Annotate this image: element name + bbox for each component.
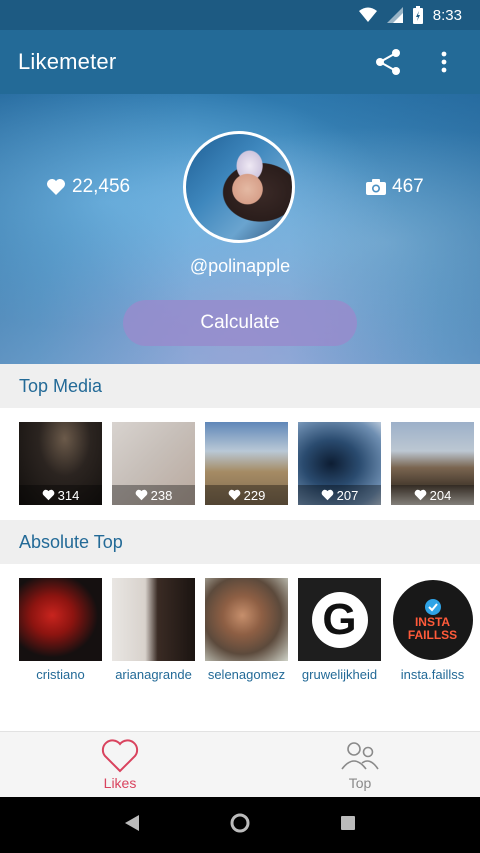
- media-likes: 229: [205, 485, 288, 505]
- wifi-icon: [358, 7, 377, 23]
- avatar: [183, 131, 295, 243]
- media-likes-count: 238: [150, 487, 173, 503]
- account-avatar: G: [298, 578, 381, 661]
- media-thumbnail[interactable]: 229: [205, 422, 288, 505]
- account-avatar: [205, 578, 288, 661]
- section-header-absolute-top: Absolute Top: [0, 520, 480, 564]
- camera-icon: [366, 179, 386, 195]
- nav-item-top[interactable]: Top: [240, 732, 480, 797]
- account-item[interactable]: G gruwelijkheid: [298, 578, 381, 682]
- heart-icon: [42, 489, 54, 501]
- insta-fails-logo-icon: INSTA FAILLSS: [392, 579, 473, 660]
- nav-item-likes[interactable]: Likes: [0, 732, 240, 797]
- users-icon: [341, 741, 379, 769]
- media-likes: 314: [19, 485, 102, 505]
- status-time: 8:33: [432, 6, 462, 24]
- battery-icon: [412, 6, 423, 24]
- share-button[interactable]: [360, 34, 416, 90]
- media-likes-count: 314: [57, 487, 80, 503]
- recents-square-icon: [340, 815, 355, 830]
- profile-header: 22,456 467 @polinapple Calculate: [0, 94, 480, 364]
- app-bar: Likemeter: [0, 30, 480, 94]
- section-header-top-media: Top Media: [0, 364, 480, 408]
- heart-outline-icon: [101, 738, 139, 772]
- media-likes-count: 204: [429, 487, 452, 503]
- calculate-button[interactable]: Calculate: [123, 300, 357, 346]
- media-thumbnail[interactable]: 207: [298, 422, 381, 505]
- nav-label-likes: Likes: [103, 774, 137, 791]
- app-title: Likemeter: [18, 49, 117, 74]
- posts-stat: 467: [366, 176, 424, 198]
- media-thumbnail[interactable]: 314: [19, 422, 102, 505]
- account-item[interactable]: INSTA FAILLSS insta.faillss: [391, 578, 474, 682]
- top-media-list: 314 238 229 207 204: [19, 422, 474, 505]
- overflow-menu-button[interactable]: [416, 34, 472, 90]
- account-name: selenagomez: [207, 667, 286, 682]
- back-button[interactable]: [124, 814, 140, 837]
- account-item[interactable]: arianagrande: [112, 578, 195, 682]
- account-name: gruwelijkheid: [301, 667, 378, 682]
- heart-icon: [414, 489, 426, 501]
- heart-icon: [47, 179, 65, 195]
- account-avatar: INSTA FAILLSS: [391, 578, 474, 661]
- account-avatar: [112, 578, 195, 661]
- g-logo-icon: G: [311, 591, 368, 648]
- share-icon: [376, 49, 400, 75]
- media-likes-count: 229: [243, 487, 266, 503]
- media-likes-count: 207: [336, 487, 359, 503]
- bottom-navigation: Likes Top: [0, 731, 480, 797]
- absolute-top-list: cristiano arianagrande selenagomez G gru…: [19, 578, 474, 682]
- media-likes: 238: [112, 485, 195, 505]
- media-thumbnail[interactable]: 204: [391, 422, 474, 505]
- home-button[interactable]: [229, 812, 251, 839]
- account-item[interactable]: cristiano: [19, 578, 102, 682]
- account-item[interactable]: selenagomez: [205, 578, 288, 682]
- media-likes: 207: [298, 485, 381, 505]
- recents-button[interactable]: [340, 815, 356, 836]
- heart-icon: [321, 489, 333, 501]
- posts-count: 467: [392, 176, 424, 197]
- system-navigation-bar: [0, 797, 480, 853]
- account-name: cristiano: [36, 667, 85, 682]
- account-name: arianagrande: [115, 667, 192, 682]
- back-triangle-icon: [125, 814, 140, 831]
- media-thumbnail[interactable]: 238: [112, 422, 195, 505]
- likes-count: 22,456: [72, 176, 131, 197]
- status-bar: 8:33: [0, 0, 480, 30]
- signal-icon: [386, 7, 403, 23]
- heart-icon: [228, 489, 240, 501]
- nav-label-top: Top: [348, 774, 372, 791]
- heart-icon: [135, 489, 147, 501]
- account-avatar: [19, 578, 102, 661]
- media-likes: 204: [391, 485, 474, 505]
- account-name: insta.faillss: [400, 667, 465, 682]
- username: @polinapple: [189, 256, 291, 276]
- more-vert-icon: [441, 51, 447, 73]
- likes-stat: 22,456: [46, 176, 130, 198]
- home-circle-icon: [230, 813, 250, 832]
